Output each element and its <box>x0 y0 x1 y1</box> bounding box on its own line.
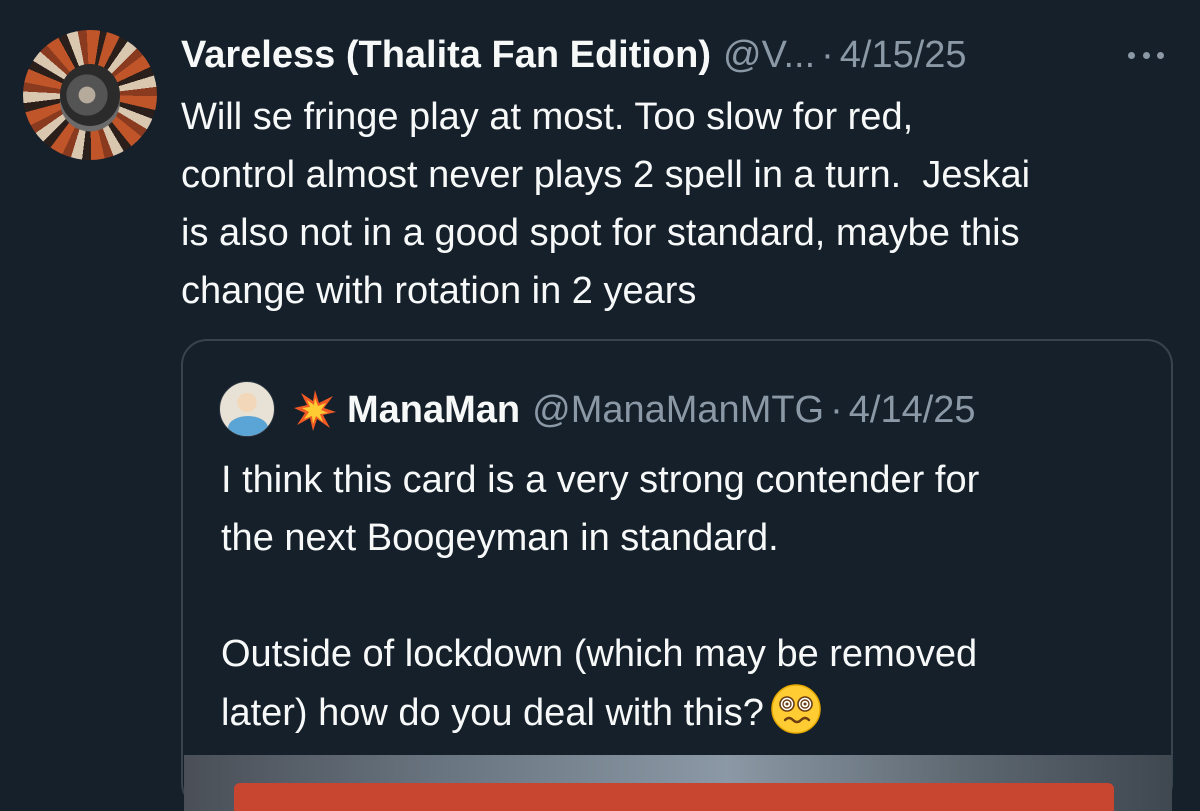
quoted-media-preview[interactable] <box>184 755 1172 811</box>
collision-emoji-icon <box>293 388 337 432</box>
quoted-tweet-date[interactable]: 4/14/25 <box>849 389 976 432</box>
quoted-text-body: I think this card is a very strong conte… <box>221 459 980 734</box>
author-avatar[interactable] <box>23 30 157 160</box>
author-handle[interactable]: @V... <box>723 34 815 77</box>
quoted-tweet[interactable]: ManaMan @ManaManMTG · 4/14/25 I think th… <box>181 339 1173 811</box>
quoted-tweet-header: ManaMan @ManaManMTG · 4/14/25 <box>293 385 976 435</box>
header-separator: · <box>830 388 843 431</box>
tweet-header: Vareless (Thalita Fan Edition) @V... · 4… <box>181 30 967 80</box>
avatar-image <box>60 64 120 126</box>
tweet-date[interactable]: 4/15/25 <box>840 34 967 77</box>
more-dot <box>1142 51 1150 59</box>
quoted-author-avatar[interactable] <box>219 381 275 437</box>
more-horizontal-icon[interactable] <box>1124 40 1168 70</box>
header-separator: · <box>821 33 834 76</box>
more-dot <box>1128 51 1135 59</box>
quoted-author-display-name[interactable]: ManaMan <box>347 389 520 432</box>
more-dot <box>1157 51 1164 59</box>
quoted-author-handle[interactable]: @ManaManMTG <box>532 389 824 432</box>
quoted-tweet-text: I think this card is a very strong conte… <box>221 451 1161 742</box>
avatar-image <box>228 416 268 436</box>
tweet-text: Will se fringe play at most. Too slow fo… <box>181 96 1031 312</box>
media-card-image <box>234 783 1114 811</box>
dizzy-face-emoji-icon <box>770 683 822 735</box>
author-display-name[interactable]: Vareless (Thalita Fan Edition) <box>181 34 711 77</box>
